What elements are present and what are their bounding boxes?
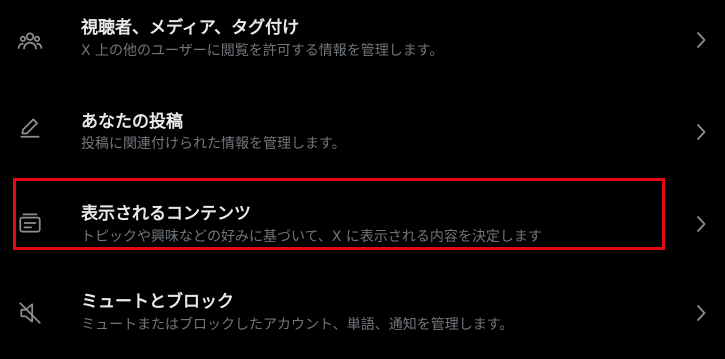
settings-item-mute-and-block[interactable]: ミュートとブロック ミュートまたはブロックしたアカウント、単語、通知を管理します… [0,269,725,359]
settings-item-subtitle: トピックや興味などの好みに基づいて、X に表示される内容を決定します [81,229,542,245]
settings-list: 視聴者、メディア、タグ付け X 上の他のユーザーに閲覧を許可する情報を管理します… [0,0,725,358]
chevron-right-icon [697,124,706,140]
muted-speaker-icon [19,302,41,324]
settings-item-title: ミュートとブロック [81,292,234,312]
pencil-icon [20,118,40,138]
chevron-right-icon [697,216,706,232]
chevron-right-icon [697,305,706,321]
settings-item-title: 視聴者、メディア、タグ付け [81,18,300,38]
settings-item-audience-media-tagging[interactable]: 視聴者、メディア、タグ付け X 上の他のユーザーに閲覧を許可する情報を管理します… [0,0,725,90]
content-icon [19,213,41,233]
settings-item-your-posts[interactable]: あなたの投稿 投稿に関連付けられた情報を管理します。 [0,89,725,179]
settings-item-subtitle: 投稿に関連付けられた情報を管理します。 [81,136,346,152]
settings-item-title: 表示されるコンテンツ [81,204,251,224]
settings-item-subtitle: ミュートまたはブロックしたアカウント、単語、通知を管理します。 [81,317,514,333]
settings-item-subtitle: X 上の他のユーザーに閲覧を許可する情報を管理します。 [81,43,444,59]
settings-item-title: あなたの投稿 [81,112,183,132]
people-icon [17,32,43,50]
settings-item-content-you-see[interactable]: 表示されるコンテンツ トピックや興味などの好みに基づいて、X に表示される内容を… [0,179,725,269]
chevron-right-icon [697,32,706,48]
